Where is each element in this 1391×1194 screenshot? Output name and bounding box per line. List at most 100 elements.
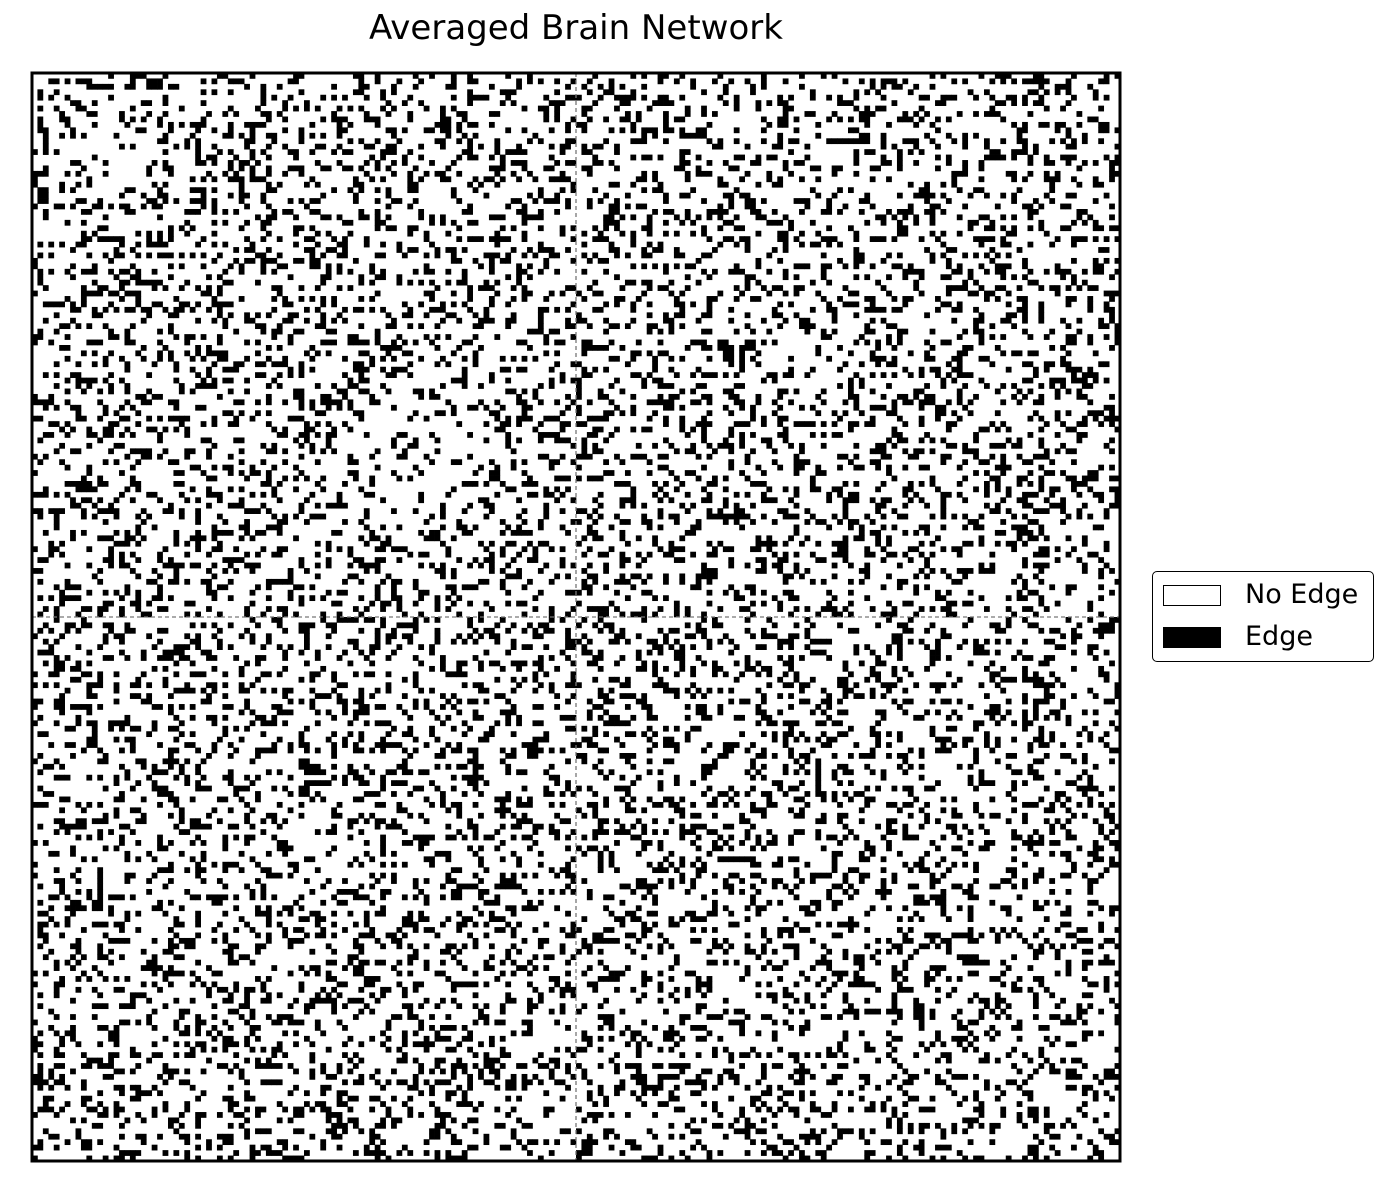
edge-cell [962, 372, 969, 378]
edge-cell [978, 535, 985, 542]
edge-cell [673, 230, 680, 237]
edge-cell [304, 432, 310, 438]
edge-cell [1071, 584, 1077, 591]
edge-cell [619, 116, 626, 123]
edge-cell [646, 219, 653, 226]
edge-cell [586, 89, 593, 96]
edge-cell [440, 138, 446, 145]
edge-cell [173, 540, 180, 547]
edge-cell [222, 279, 229, 286]
edge-cell [924, 562, 930, 569]
edge-cell [701, 415, 707, 422]
edge-cell [750, 589, 756, 596]
edge-cell [537, 78, 544, 85]
edge-cell [701, 497, 707, 504]
edge-cell [559, 377, 566, 384]
edge-cell [679, 219, 686, 226]
edge-cell [374, 165, 381, 172]
edge-cell [347, 285, 354, 291]
edge-cell [483, 502, 490, 509]
edge-cell [956, 214, 963, 221]
edge-cell [309, 263, 316, 270]
edge-cell [962, 165, 969, 172]
edge-cell [374, 464, 381, 471]
edge-cell [135, 589, 142, 596]
edge-cell [1038, 393, 1045, 400]
edge-cell [211, 535, 218, 542]
edge-cell [227, 557, 234, 563]
edge-cell [1043, 546, 1050, 553]
edge-cell [211, 595, 218, 602]
edge-cell [853, 160, 860, 166]
edge-cell [576, 519, 582, 525]
edge-cell [222, 170, 229, 177]
edge-cell [48, 339, 55, 346]
edge-cell [603, 345, 609, 351]
edge-cell [1027, 589, 1034, 596]
edge-cell [728, 203, 735, 210]
edge-cell [951, 94, 958, 101]
edge-cell [1049, 176, 1056, 183]
edge-cell [527, 138, 533, 145]
edge-cell [374, 589, 381, 596]
edge-cell [706, 589, 713, 596]
edge-cell [712, 617, 718, 623]
edge-cell [467, 138, 473, 145]
edge-cell [113, 442, 120, 449]
edge-cell [200, 470, 207, 476]
edge-cell [293, 388, 299, 395]
edge-cell [755, 557, 762, 563]
edge-cell [157, 355, 163, 362]
edge-cell [722, 350, 729, 357]
edge-cell [663, 578, 669, 585]
edge-cell [1043, 421, 1050, 427]
edge-cell [135, 268, 142, 275]
edge-cell [712, 209, 718, 215]
edge-cell [342, 127, 348, 134]
edge-cell [869, 306, 876, 313]
edge-cell [151, 595, 158, 602]
edge-cell [265, 578, 272, 585]
edge-cell [42, 209, 49, 215]
edge-cell [59, 442, 65, 449]
edge-cell [358, 372, 365, 378]
edge-cell [227, 421, 234, 427]
edge-cell [222, 132, 229, 139]
edge-cell [325, 339, 332, 346]
edge-cell [168, 312, 174, 319]
edge-cell [211, 257, 218, 264]
edge-cell [1022, 301, 1028, 308]
edge-cell [173, 426, 180, 433]
edge-cell [565, 247, 571, 253]
edge-cell [320, 475, 327, 482]
edge-cell [967, 410, 974, 417]
edge-cell [1000, 459, 1007, 466]
edge-cell [527, 622, 533, 629]
edge-cell [358, 562, 365, 569]
edge-cell [358, 187, 365, 194]
edge-cell [260, 111, 267, 117]
edge-cell [255, 252, 261, 259]
edge-cell [216, 301, 223, 308]
edge-cell [608, 83, 615, 90]
edge-cell [499, 617, 506, 623]
edge-cell [826, 606, 833, 612]
edge-cell [423, 290, 430, 297]
edge-cell [249, 247, 256, 253]
edge-cell [1049, 377, 1056, 384]
edge-cell [641, 502, 648, 509]
edge-cell [499, 426, 506, 433]
edge-cell [521, 252, 528, 259]
edge-cell [461, 116, 468, 123]
edge-cell [619, 214, 626, 221]
edge-cell [298, 415, 305, 422]
edge-cell [646, 350, 653, 357]
edge-cell [195, 345, 201, 351]
edge-cell [1071, 372, 1077, 378]
edge-cell [216, 355, 223, 362]
edge-cell [195, 198, 201, 204]
edge-cell [548, 100, 555, 106]
edge-cell [227, 312, 234, 319]
edge-cell [135, 393, 142, 400]
edge-cell [989, 334, 996, 340]
